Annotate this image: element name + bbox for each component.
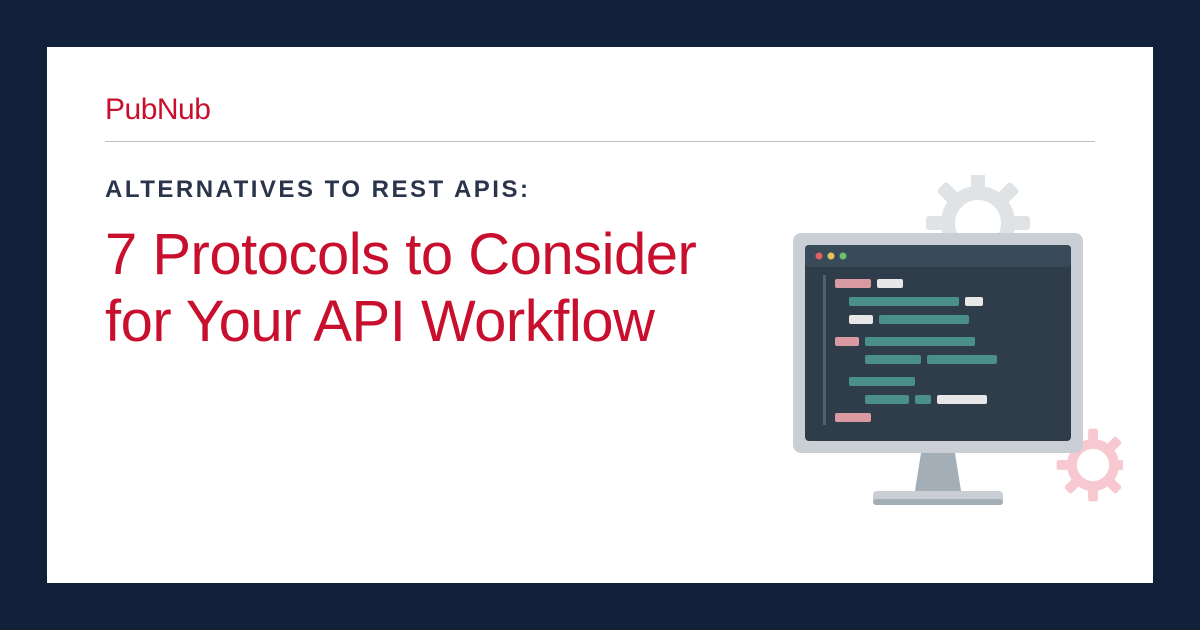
monitor-code-illustration <box>753 175 1123 555</box>
headline-text: 7 Protocols to Consider for Your API Wor… <box>105 222 745 355</box>
divider <box>105 141 1095 142</box>
brand-logo: PubNub <box>105 93 1095 127</box>
promo-card: PubNub ALTERNATIVES TO REST APIS: 7 Prot… <box>47 47 1153 583</box>
monitor-icon <box>793 233 1083 505</box>
